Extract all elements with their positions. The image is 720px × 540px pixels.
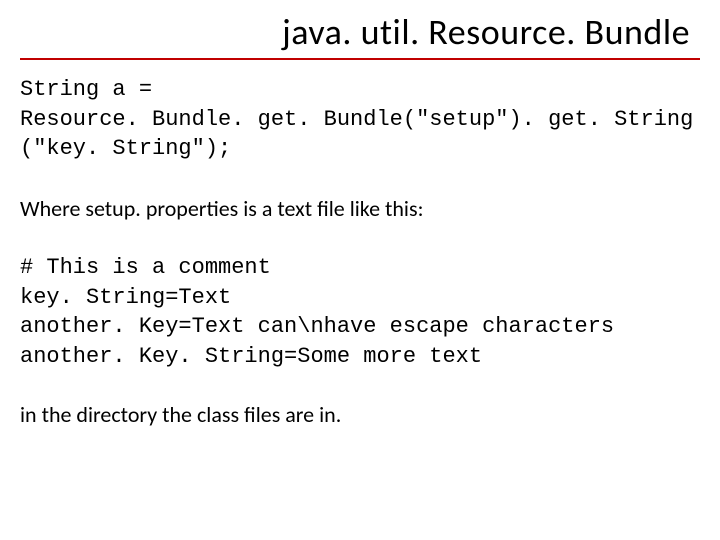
code-line-2: Resource. Bundle. get. Bundle("setup"). … — [20, 107, 693, 132]
code-line-1: String a = — [20, 77, 152, 102]
slide-title: java. util. Resource. Bundle — [20, 10, 700, 54]
prop-line-4: another. Key. String=Some more text — [20, 344, 482, 369]
code-line-3: ("key. String"); — [20, 136, 231, 161]
java-code-block: String a = Resource. Bundle. get. Bundle… — [20, 75, 700, 164]
prop-line-2: key. String=Text — [20, 285, 231, 310]
prop-line-1: # This is a comment — [20, 255, 271, 280]
properties-file-block: # This is a comment key. String=Text ano… — [20, 253, 700, 372]
footer-text: in the directory the class files are in. — [20, 400, 700, 431]
prop-line-3: another. Key=Text can\nhave escape chara… — [20, 314, 614, 339]
description-text: Where setup. properties is a text file l… — [20, 194, 700, 225]
title-underline — [20, 58, 700, 60]
